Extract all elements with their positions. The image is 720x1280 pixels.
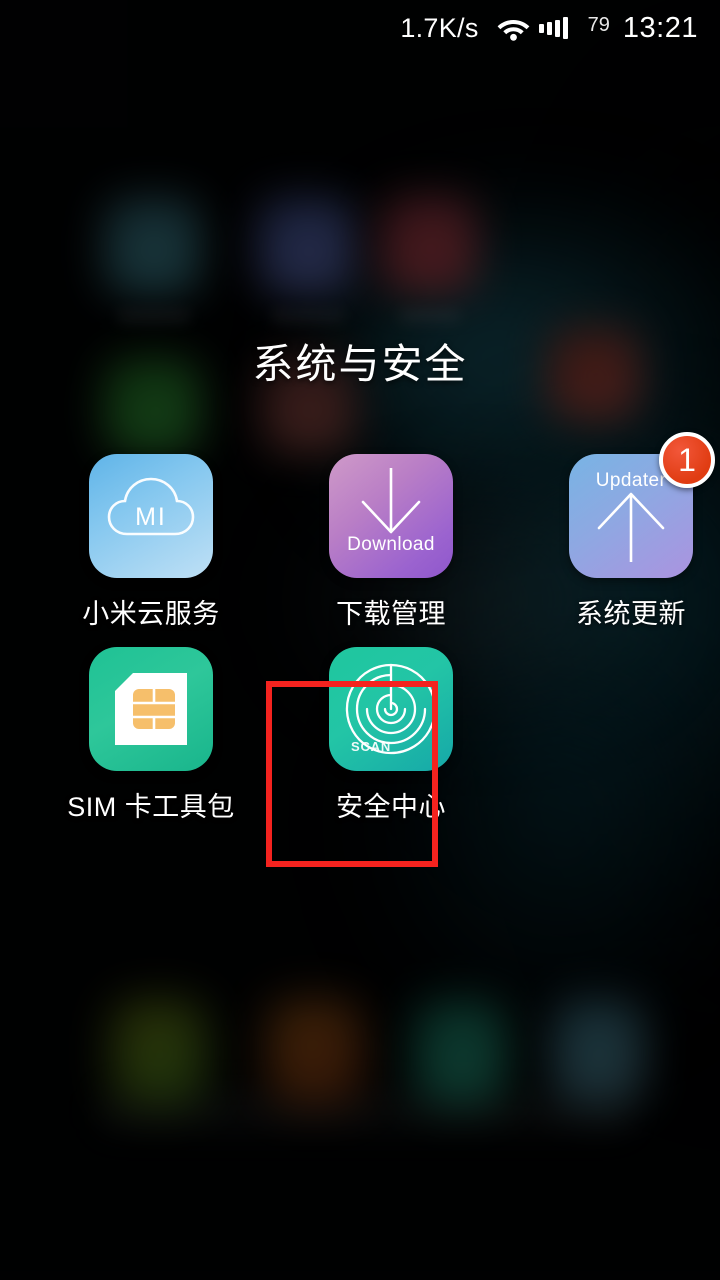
mi-cloud-icon[interactable]: MI xyxy=(89,454,213,578)
app-label: 下载管理 xyxy=(336,599,446,629)
app-label: SIM 卡工具包 xyxy=(67,792,235,822)
app-row: MI 小米云服务 Download 下载管理 Updater 1 系统更新 xyxy=(0,432,720,631)
wifi-icon xyxy=(497,16,539,41)
scan-icon-text: SCAN xyxy=(351,739,392,754)
icon-wrap: Download xyxy=(329,454,453,578)
update-notification-badge: 1 xyxy=(659,432,715,488)
download-icon[interactable]: Download xyxy=(329,454,453,578)
app-row: SIM 卡工具包 SCAN 安全中心 xyxy=(0,647,720,824)
icon-wrap: Updater 1 xyxy=(569,432,715,578)
app-label: 系统更新 xyxy=(576,599,686,629)
app-item-security-center[interactable]: SCAN 安全中心 xyxy=(302,647,480,824)
folder-app-grid: MI 小米云服务 Download 下载管理 Updater 1 系统更新 SI… xyxy=(0,432,720,824)
app-label: 小米云服务 xyxy=(82,599,220,629)
app-item-system-update[interactable]: Updater 1 系统更新 xyxy=(542,432,720,631)
signal-bars-icon xyxy=(538,17,568,40)
app-label: 安全中心 xyxy=(336,792,446,822)
icon-wrap xyxy=(89,647,213,771)
mi-cloud-icon-text: MI xyxy=(135,503,167,531)
open-folder-panel: 系统与安全 MI 小米云服务 Download 下载管理 Updater 1 系… xyxy=(0,330,720,840)
download-icon-text: Download xyxy=(347,534,435,555)
folder-title[interactable]: 系统与安全 xyxy=(0,330,720,390)
network-speed-text: 1.7K/s xyxy=(400,12,479,43)
battery-level-text: 79 xyxy=(587,13,610,36)
sim-toolkit-icon[interactable] xyxy=(89,647,213,771)
app-item-sim-toolkit[interactable]: SIM 卡工具包 xyxy=(62,647,240,824)
app-item-download[interactable]: Download 下载管理 xyxy=(302,454,480,631)
status-bar: 1.7K/s 79 13:21 xyxy=(0,0,720,56)
security-center-scan-icon[interactable]: SCAN xyxy=(329,647,453,771)
phone-screen: 1.7K/s 79 13:21 系统与安全 MI 小米云服务 Download … xyxy=(0,0,720,1280)
app-item-mi-cloud[interactable]: MI 小米云服务 xyxy=(62,454,240,631)
icon-wrap: SCAN xyxy=(329,647,453,771)
icon-wrap: MI xyxy=(89,454,213,578)
status-bar-clock: 13:21 xyxy=(622,11,698,44)
